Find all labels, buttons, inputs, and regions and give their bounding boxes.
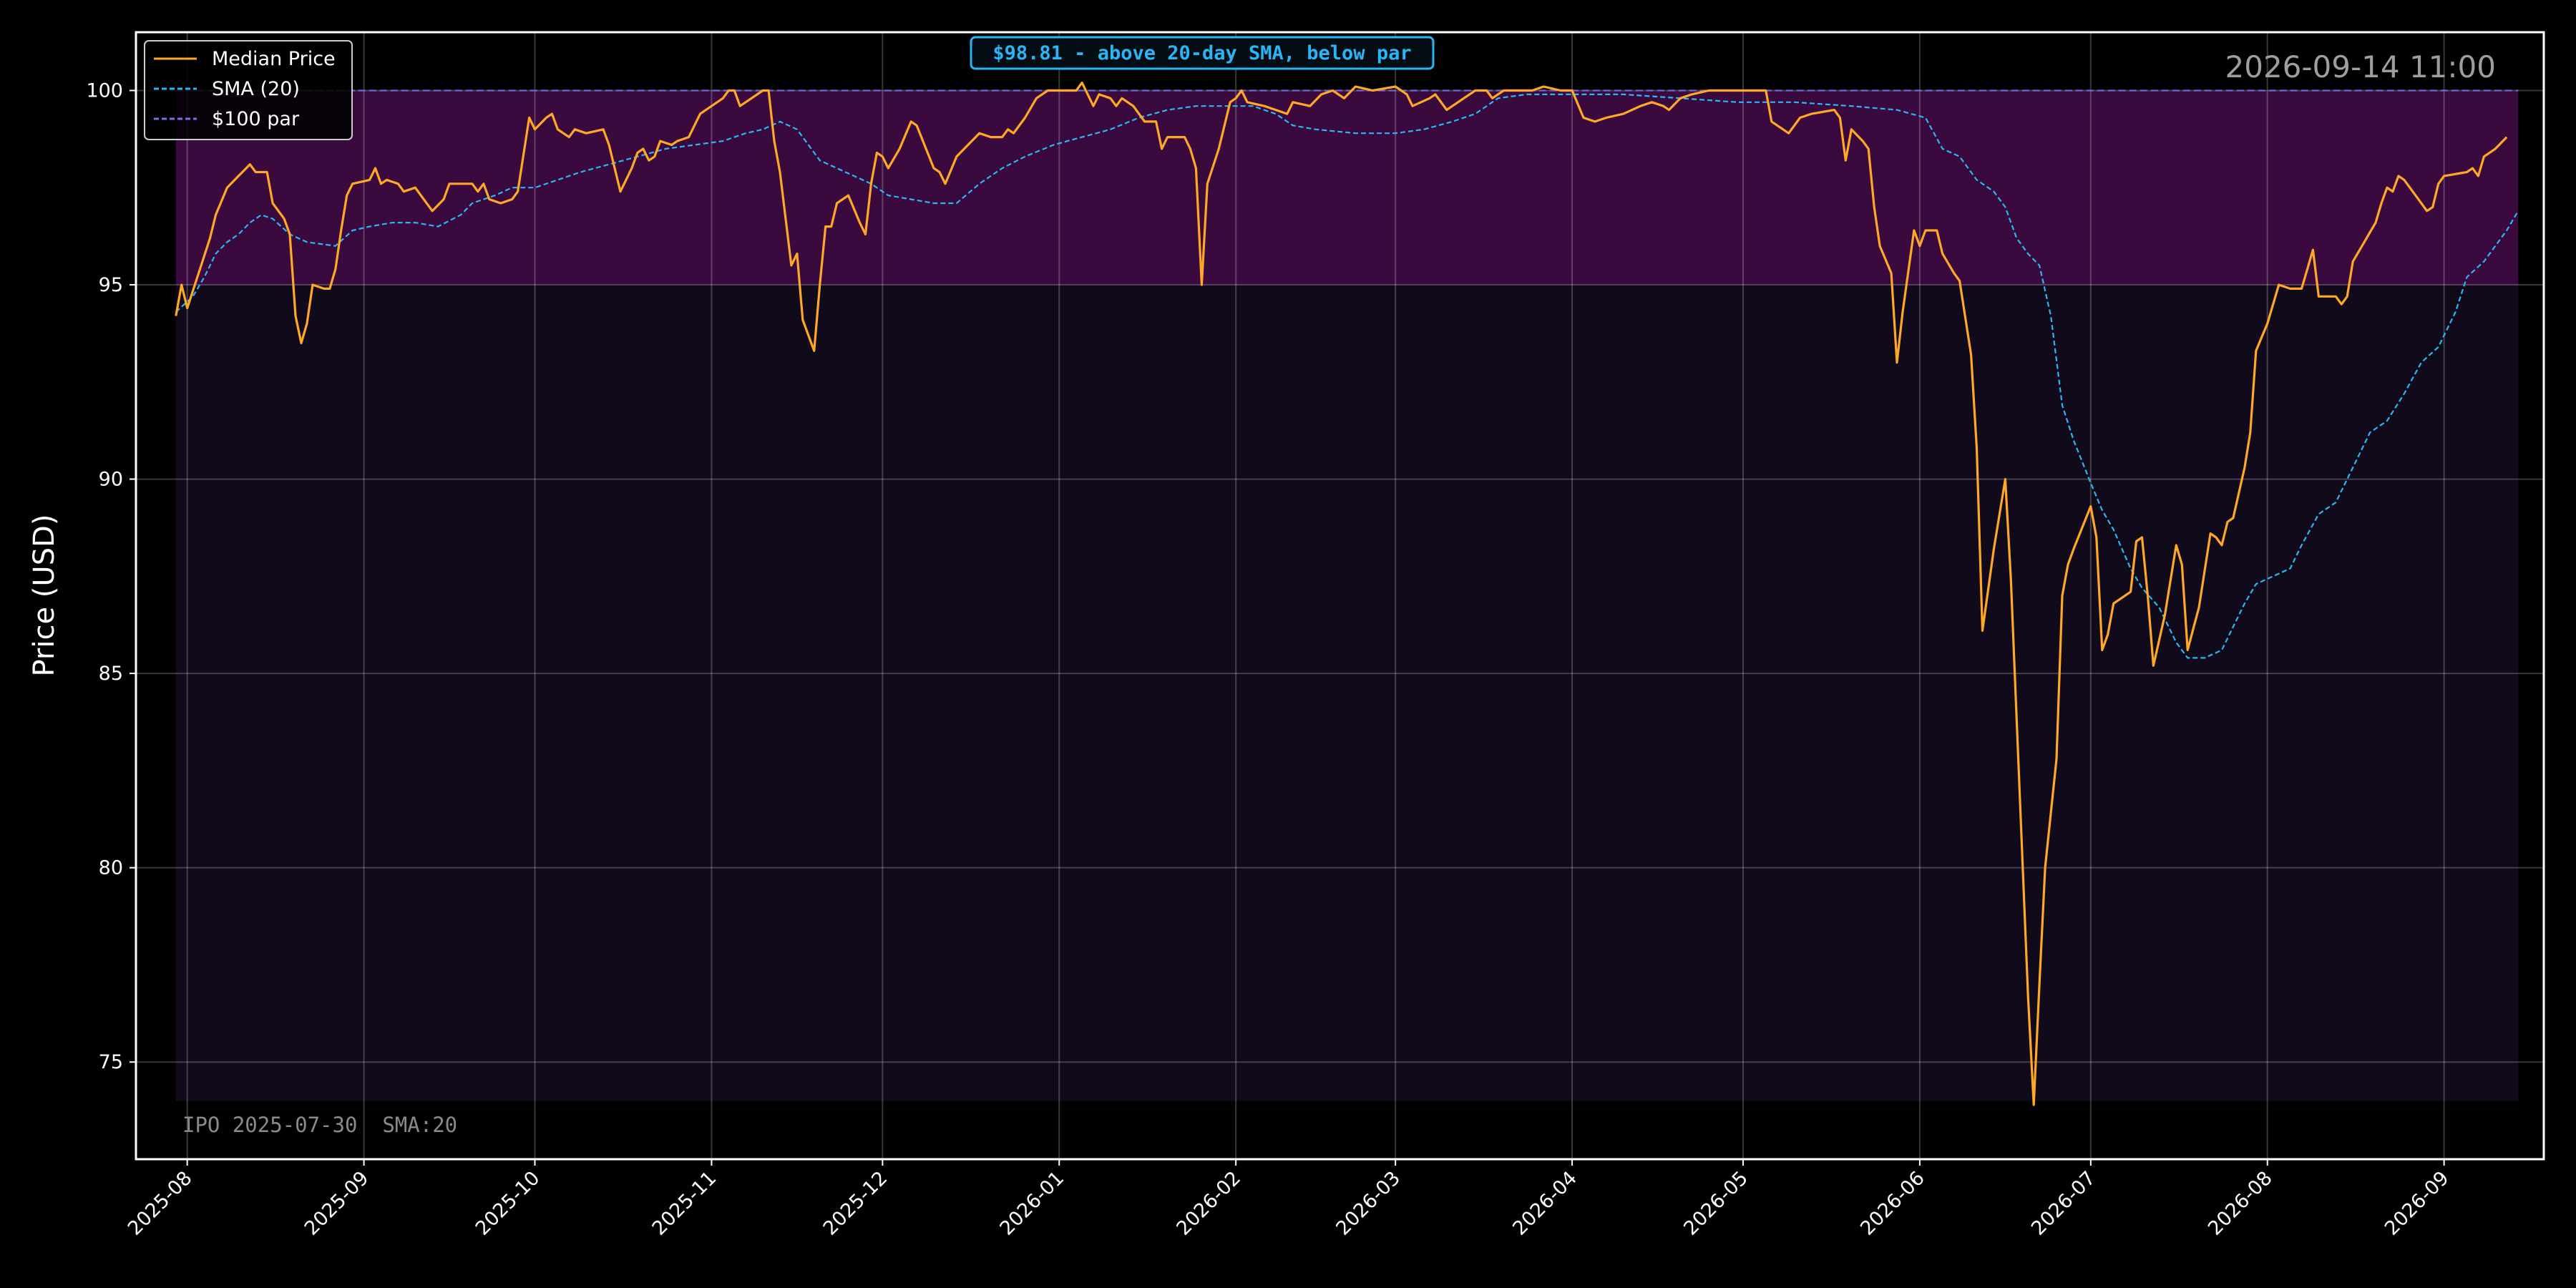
tick-label-y-80: 80 [99, 857, 123, 879]
tick-label-y-85: 85 [99, 663, 123, 685]
price-bands [175, 90, 2519, 1101]
legend-label-1: SMA (20) [212, 78, 300, 100]
y-axis-label: Price (USD) [28, 514, 61, 677]
price-chart: 7580859095100 2025-08 2025-09 2025-10 2025-… [0, 0, 2576, 1288]
tick-label-y-95: 95 [99, 274, 123, 296]
tick-label-y-75: 75 [99, 1051, 123, 1073]
band-1 [175, 285, 2519, 1101]
legend-label-2: $100 par [212, 108, 300, 130]
status-annotation: $98.81 - above 20-day SMA, below par [970, 36, 1435, 70]
tick-label-y-100: 100 [86, 79, 123, 102]
status-annotation-text: $98.81 - above 20-day SMA, below par [992, 42, 1411, 64]
band-0 [175, 90, 2519, 286]
timestamp-label: 2026-09-14 11:00 [2225, 49, 2496, 84]
ipo-footer: IPO 2025-07-30 SMA:20 [182, 1113, 457, 1137]
legend: Median Price SMA (20) $100 par [144, 40, 353, 140]
legend-label-0: Median Price [212, 48, 336, 70]
tick-label-y-90: 90 [99, 469, 123, 491]
